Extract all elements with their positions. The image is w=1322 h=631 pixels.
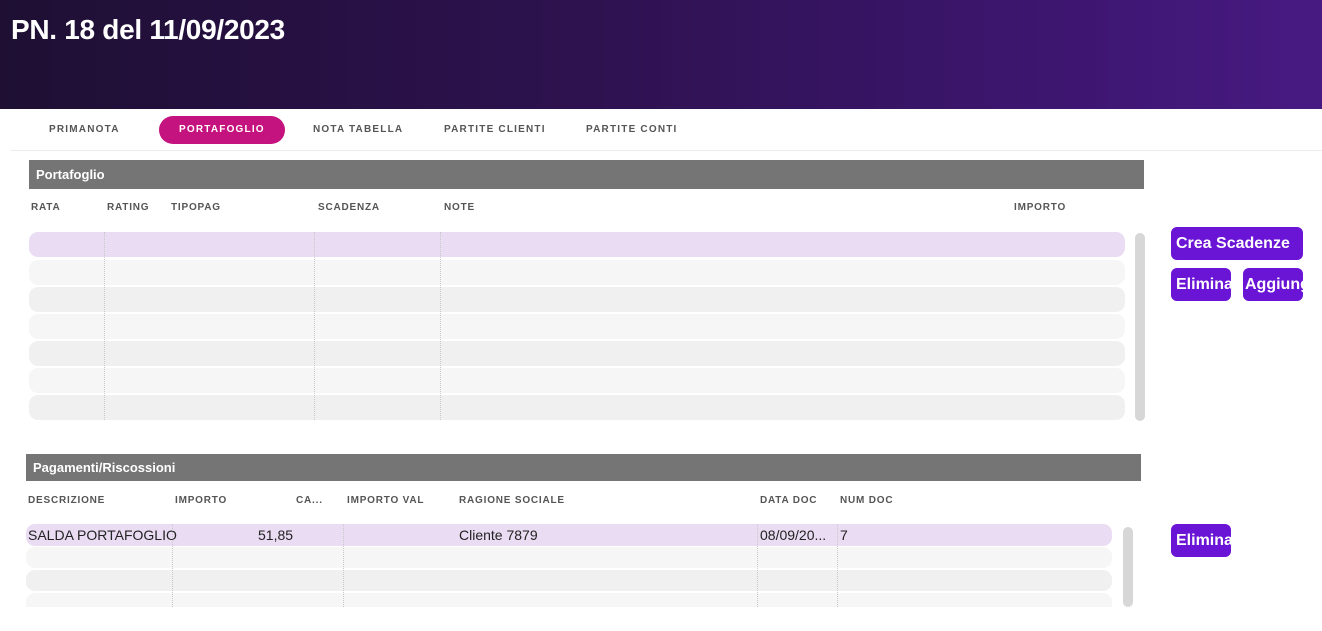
- table-row[interactable]: [29, 368, 1125, 393]
- column-header-data-doc: DATA DOC: [760, 495, 818, 506]
- tab-bar: PRIMANOTA PORTAFOGLIO NOTA TABELLA PARTI…: [11, 109, 1322, 151]
- column-header-descrizione: DESCRIZIONE: [28, 495, 106, 506]
- table-row[interactable]: [29, 314, 1125, 339]
- tab-primanota[interactable]: PRIMANOTA: [29, 116, 140, 144]
- bottom-fade: [0, 607, 1322, 631]
- column-header-note: NOTE: [444, 202, 475, 213]
- cell-data-doc: 08/09/20...: [760, 527, 827, 543]
- column-divider: [757, 524, 758, 607]
- column-header-ragione-sociale: RAGIONE SOCIALE: [459, 495, 565, 506]
- table-row[interactable]: [29, 260, 1125, 285]
- aggiungi-button[interactable]: Aggiungi: [1243, 268, 1303, 301]
- table-row[interactable]: [29, 395, 1125, 420]
- column-divider: [343, 524, 344, 607]
- column-header-importo: IMPORTO: [1014, 202, 1067, 213]
- column-divider: [837, 524, 838, 607]
- table-row[interactable]: SALDA PORTAFOGLIO 51,85 Cliente 7879 08/…: [26, 524, 1112, 546]
- elimina-button[interactable]: Elimina: [1171, 268, 1231, 301]
- cell-descrizione: SALDA PORTAFOGLIO: [28, 527, 177, 543]
- cell-ragione-sociale: Cliente 7879: [459, 527, 538, 543]
- column-header-tipopag: TIPOPAG: [171, 202, 221, 213]
- page-title: PN. 18 del 11/09/2023: [11, 14, 285, 45]
- column-header-num-doc: NUM DOC: [840, 495, 894, 506]
- column-divider: [440, 232, 441, 420]
- tab-partite-conti[interactable]: PARTITE CONTI: [566, 116, 698, 144]
- table-row[interactable]: [29, 341, 1125, 366]
- page-header: PN. 18 del 11/09/2023: [0, 0, 1322, 109]
- tab-nota-tabella[interactable]: NOTA TABELLA: [293, 116, 423, 144]
- column-header-ca: CA...: [296, 495, 323, 506]
- column-divider: [172, 524, 173, 607]
- crea-scadenze-button[interactable]: Crea Scadenze: [1171, 227, 1303, 260]
- column-header-scadenza: SCADENZA: [318, 202, 380, 213]
- table-row[interactable]: [29, 232, 1125, 257]
- elimina-pagamento-button[interactable]: Elimina: [1171, 524, 1231, 557]
- table-row[interactable]: [29, 287, 1125, 312]
- portafoglio-scrollbar[interactable]: [1135, 233, 1145, 421]
- table-row[interactable]: [26, 547, 1112, 568]
- portafoglio-panel-title: Portafoglio: [29, 160, 1144, 189]
- column-header-rating: RATING: [107, 202, 150, 213]
- cell-importo: 51,85: [258, 527, 294, 543]
- column-header-importo-val: IMPORTO VAL: [347, 495, 425, 506]
- column-header-rata: RATA: [31, 202, 61, 213]
- column-divider: [314, 232, 315, 420]
- table-row[interactable]: [26, 570, 1112, 591]
- column-divider: [104, 232, 105, 420]
- tab-portafoglio[interactable]: PORTAFOGLIO: [159, 116, 285, 144]
- column-header-importo: IMPORTO: [175, 495, 228, 506]
- pagamenti-panel-title: Pagamenti/Riscossioni: [26, 454, 1141, 481]
- tab-partite-clienti[interactable]: PARTITE CLIENTI: [424, 116, 566, 144]
- cell-num-doc: 7: [840, 527, 848, 543]
- pagamenti-scrollbar[interactable]: [1123, 527, 1133, 607]
